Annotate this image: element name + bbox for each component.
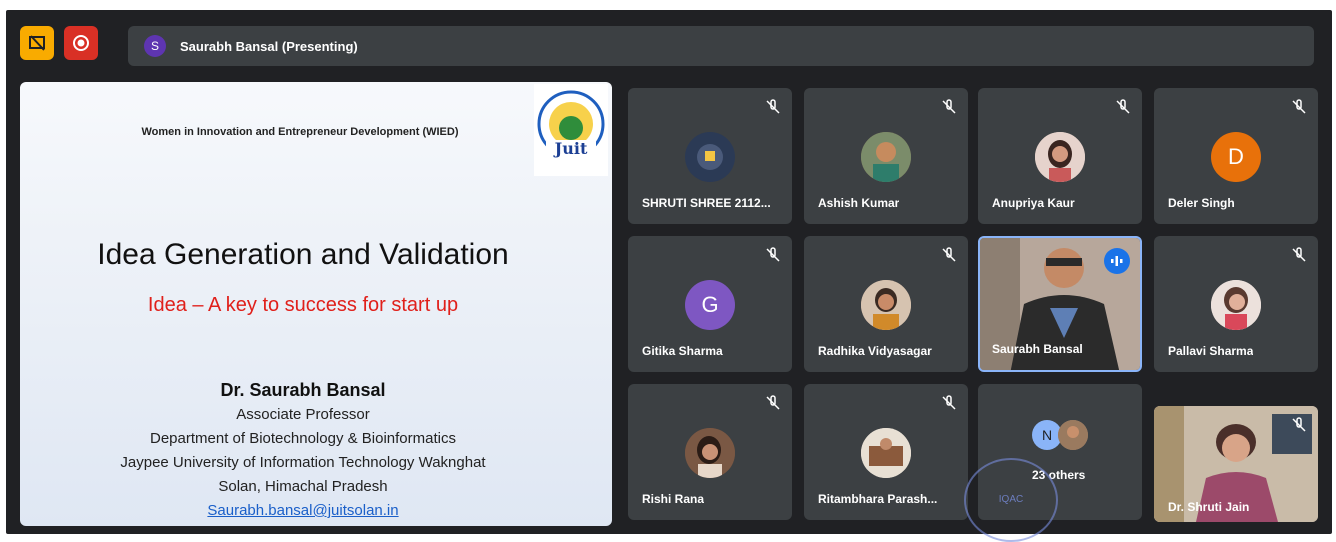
avatar bbox=[685, 132, 735, 182]
mic-off-icon bbox=[942, 395, 956, 410]
slide-role: Associate Professor bbox=[236, 406, 370, 423]
participant-tile[interactable]: D Deler Singh bbox=[1154, 88, 1318, 224]
participant-name: Deler Singh bbox=[1168, 196, 1235, 210]
participant-tile[interactable]: Ritambhara Parash... bbox=[804, 384, 968, 520]
participant-tile[interactable]: G Gitika Sharma bbox=[628, 236, 792, 372]
slide-subtitle: Idea – A key to success for start up bbox=[147, 294, 459, 316]
mic-off-icon bbox=[1292, 247, 1306, 262]
stop-presenting-button[interactable] bbox=[20, 26, 54, 60]
slide-presenter-name: Dr. Saurabh Bansal bbox=[220, 380, 386, 400]
participant-tile[interactable]: Ashish Kumar bbox=[804, 88, 968, 224]
participant-name: Saurabh Bansal bbox=[992, 342, 1083, 356]
participant-name: Ashish Kumar bbox=[818, 196, 900, 210]
avatar bbox=[1211, 280, 1261, 330]
participant-name: Ritambhara Parash... bbox=[818, 492, 938, 506]
avatar bbox=[1035, 132, 1085, 182]
top-controls bbox=[20, 26, 98, 60]
avatar: D bbox=[1211, 132, 1261, 182]
shared-slide: Women in Innovation and Entrepreneur Dev… bbox=[20, 82, 612, 526]
others-avatars: N bbox=[1032, 420, 1088, 450]
recording-button[interactable] bbox=[64, 26, 98, 60]
participant-name: SHRUTI SHREE 2112... bbox=[642, 196, 771, 210]
participant-tile[interactable]: Dr. Shruti Jain bbox=[1154, 406, 1318, 522]
avatar: G bbox=[685, 280, 735, 330]
presenting-banner[interactable]: S Saurabh Bansal (Presenting) bbox=[128, 26, 1314, 66]
participant-name: Radhika Vidyasagar bbox=[818, 344, 932, 358]
avatar bbox=[861, 280, 911, 330]
slide-email-link[interactable]: Saurabh.bansal@juitsolan.in bbox=[20, 502, 586, 519]
present-off-icon bbox=[29, 35, 45, 51]
mic-off-icon bbox=[1116, 99, 1130, 114]
participant-tile[interactable]: Pallavi Sharma bbox=[1154, 236, 1318, 372]
participant-tile[interactable]: Anupriya Kaur bbox=[978, 88, 1142, 224]
speaking-indicator-icon bbox=[1104, 248, 1130, 274]
slide-title: Idea Generation and Validation bbox=[97, 238, 509, 271]
participant-tile[interactable]: SHRUTI SHREE 2112... bbox=[628, 88, 792, 224]
slide-university: Jaypee University of Information Technol… bbox=[120, 454, 486, 471]
meeting-window: S Saurabh Bansal (Presenting) Women in I… bbox=[6, 10, 1332, 534]
slide-org: Women in Innovation and Entrepreneur Dev… bbox=[141, 126, 459, 138]
mic-off-icon bbox=[766, 395, 780, 410]
participant-name: Dr. Shruti Jain bbox=[1168, 500, 1250, 514]
university-logo: Juit bbox=[534, 84, 608, 176]
participant-tile[interactable]: Radhika Vidyasagar bbox=[804, 236, 968, 372]
avatar bbox=[1058, 420, 1088, 450]
svg-text:Juit: Juit bbox=[553, 139, 588, 158]
mic-off-icon bbox=[942, 99, 956, 114]
participant-name: Rishi Rana bbox=[642, 492, 705, 506]
mic-off-icon bbox=[766, 247, 780, 262]
mic-off-icon bbox=[1292, 417, 1306, 432]
avatar bbox=[861, 132, 911, 182]
mic-off-icon bbox=[766, 99, 780, 114]
watermark-text: IQAC bbox=[998, 494, 1024, 505]
presenter-avatar: S bbox=[144, 35, 166, 57]
participant-tile-active-speaker[interactable]: Saurabh Bansal bbox=[978, 236, 1142, 372]
mic-off-icon bbox=[1292, 99, 1306, 114]
avatar bbox=[685, 428, 735, 478]
iqac-watermark: IQAC bbox=[964, 458, 1058, 542]
avatar bbox=[861, 428, 911, 478]
participant-name: Gitika Sharma bbox=[642, 344, 723, 358]
record-icon bbox=[73, 35, 89, 51]
slide-department: Department of Biotechnology & Bioinforma… bbox=[150, 430, 456, 447]
participant-name: Pallavi Sharma bbox=[1168, 344, 1254, 358]
mic-off-icon bbox=[942, 247, 956, 262]
slide-location: Solan, Himachal Pradesh bbox=[218, 478, 388, 495]
participant-tile[interactable]: Rishi Rana bbox=[628, 384, 792, 520]
presenter-label: Saurabh Bansal (Presenting) bbox=[180, 38, 358, 54]
participant-name: Anupriya Kaur bbox=[992, 196, 1075, 210]
